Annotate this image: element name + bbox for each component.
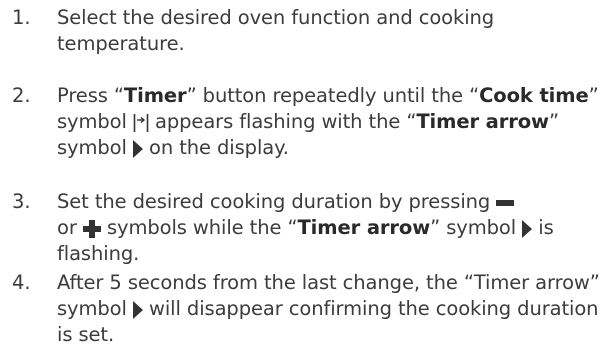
step-text: Set the desired cooking duration by pres… bbox=[57, 189, 602, 267]
minus-icon bbox=[496, 199, 515, 207]
step-number: 1. bbox=[12, 6, 31, 29]
timer-arrow-icon bbox=[132, 139, 143, 158]
text-segment: on the display. bbox=[142, 136, 289, 159]
step-number: 4. bbox=[12, 271, 31, 294]
step-number: 3. bbox=[12, 190, 31, 213]
plus-icon bbox=[82, 219, 101, 238]
text-segment: ” button repeatedly until the “ bbox=[186, 84, 480, 107]
step-1-text: Select the desired oven function and coo… bbox=[57, 6, 495, 55]
text-segment: Set the desired cooking duration by pres… bbox=[57, 190, 497, 213]
step-text: After 5 seconds from the last change, th… bbox=[57, 270, 602, 348]
timer-arrow-icon bbox=[522, 219, 533, 238]
text-segment: or bbox=[57, 216, 83, 239]
text-segment: Press “ bbox=[57, 84, 124, 107]
text-segment: ” symbol bbox=[430, 216, 523, 239]
cook-time-icon bbox=[133, 112, 149, 134]
text-segment: symbols while the “ bbox=[100, 216, 298, 239]
step-text: Press “Timer” button repeatedly until th… bbox=[57, 83, 602, 161]
timer-button-label: Timer bbox=[123, 84, 187, 107]
step-text: Select the desired oven function and coo… bbox=[57, 5, 602, 57]
step-number: 2. bbox=[12, 84, 31, 107]
cook-time-label: Cook time bbox=[479, 84, 589, 107]
text-segment: appears flashing with the “ bbox=[148, 110, 417, 133]
timer-arrow-label: Timer arrow bbox=[297, 216, 431, 239]
timer-arrow-label: Timer arrow bbox=[416, 110, 549, 133]
timer-arrow-icon bbox=[132, 300, 143, 319]
